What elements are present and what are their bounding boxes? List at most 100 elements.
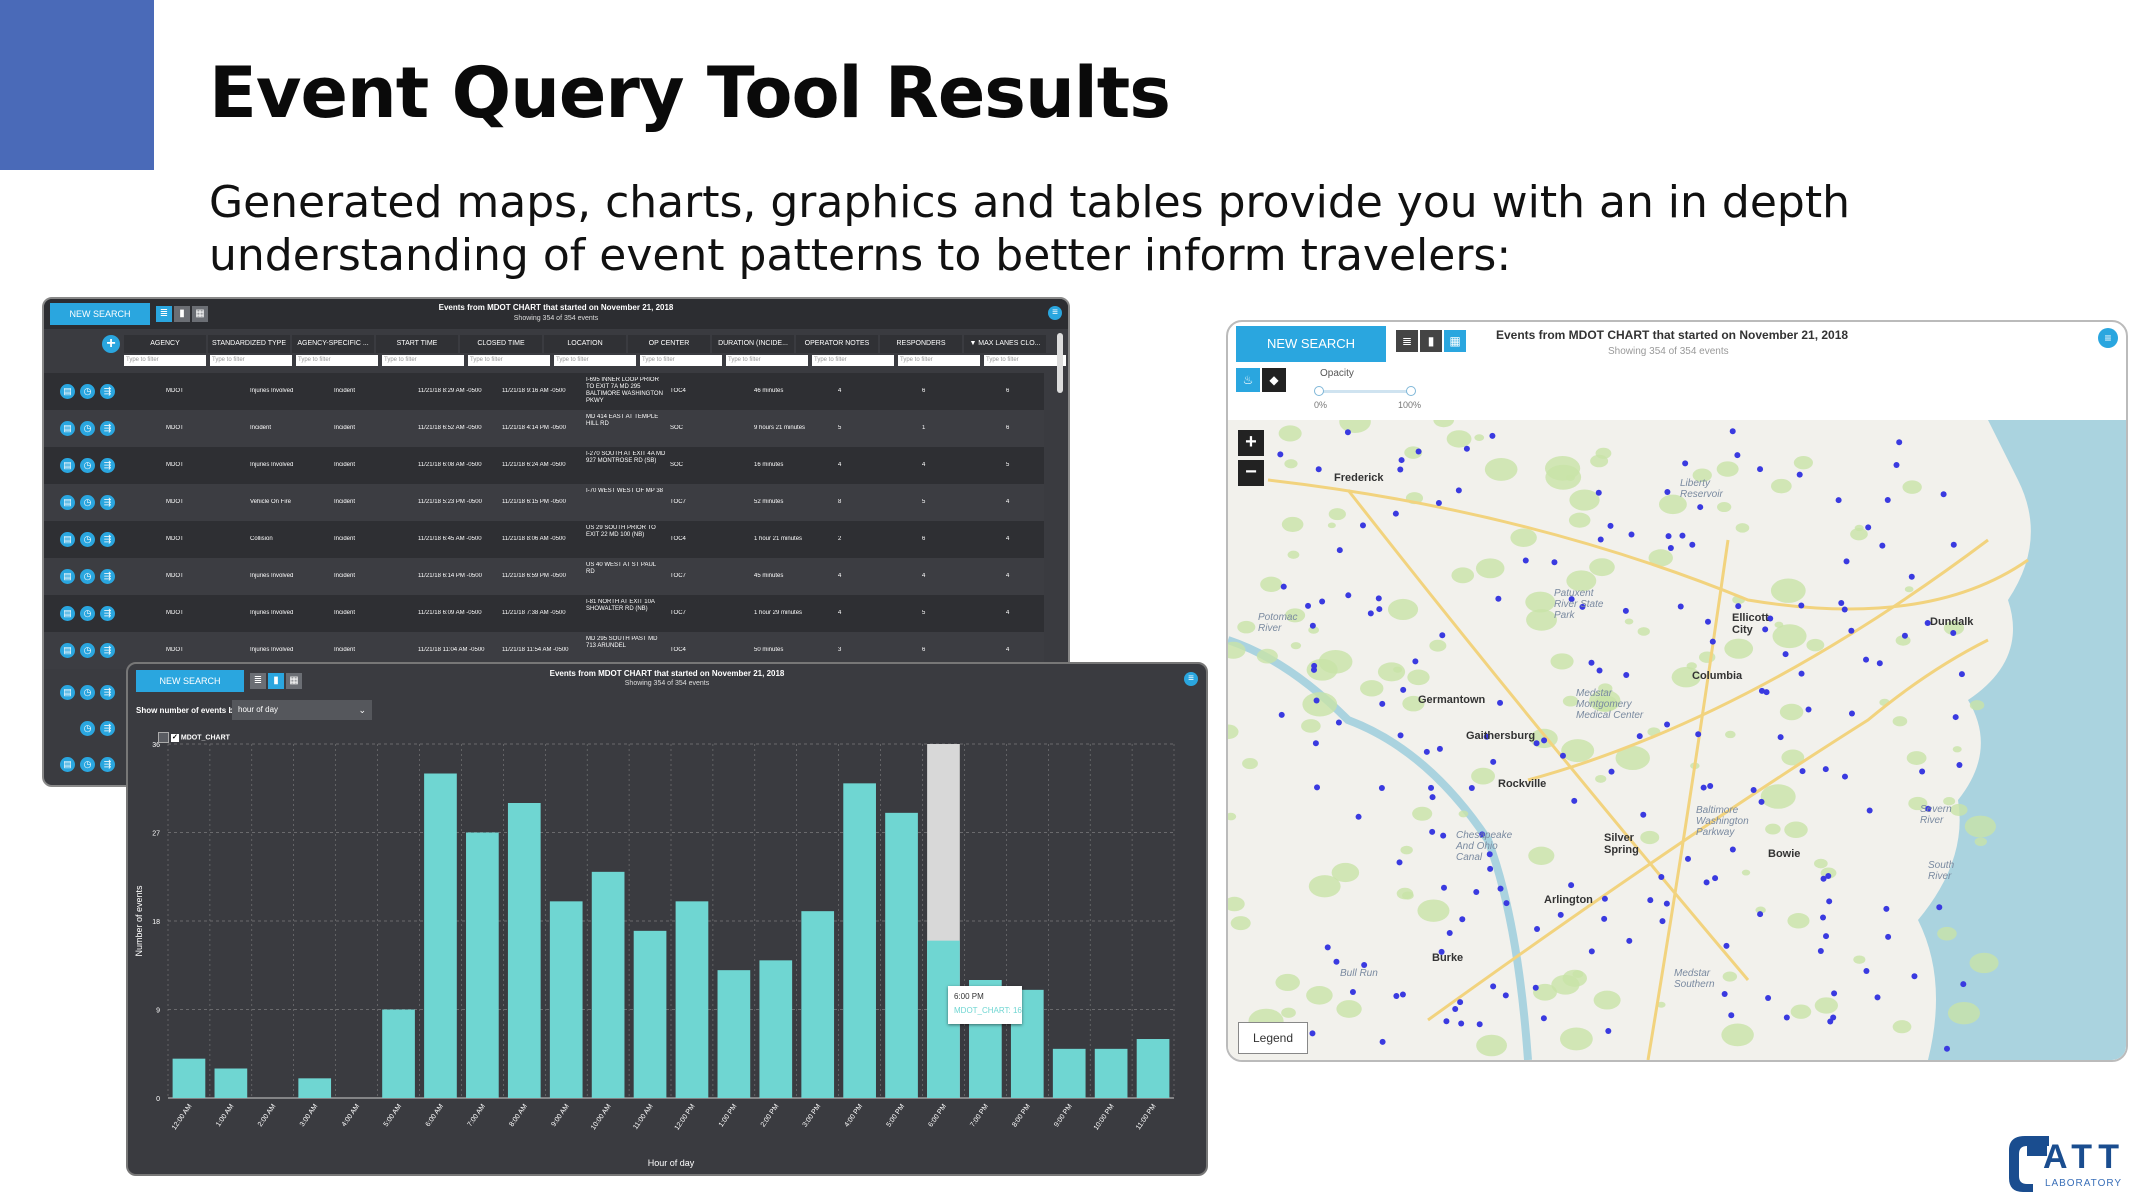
clock-icon[interactable]: ◷ <box>80 685 95 700</box>
clock-icon[interactable]: ◷ <box>80 757 95 772</box>
column-header[interactable]: RESPONDERS <box>880 335 962 353</box>
details-icon[interactable]: ▤ <box>60 384 75 399</box>
details-icon[interactable]: ▤ <box>60 495 75 510</box>
details-icon[interactable]: ▤ <box>60 685 75 700</box>
park-area <box>1242 758 1258 770</box>
heatmap-icon[interactable]: ♨ <box>1236 368 1260 392</box>
clock-icon[interactable]: ◷ <box>80 643 95 658</box>
details-icon[interactable]: ▤ <box>60 643 75 658</box>
clock-icon[interactable]: ◷ <box>80 495 95 510</box>
legend-toggle-icon[interactable] <box>158 732 169 743</box>
event-marker <box>1305 602 1312 609</box>
column-header[interactable]: AGENCY <box>124 335 206 353</box>
zoom-out-button[interactable]: − <box>1238 460 1264 486</box>
column-filter-input[interactable]: Type to filter <box>210 355 292 366</box>
event-marker <box>1596 667 1603 674</box>
column-header[interactable]: OPERATOR NOTES <box>796 335 878 353</box>
menu-icon[interactable]: ≡ <box>2098 328 2118 348</box>
place-label: Frederick <box>1334 472 1384 484</box>
zoom-in-button[interactable]: + <box>1238 430 1264 456</box>
x-tick-label: 3:00 AM <box>299 1103 320 1128</box>
map-legend-button[interactable]: Legend <box>1238 1022 1308 1054</box>
table-scrollbar[interactable] <box>1057 333 1063 393</box>
column-filter-input[interactable]: Type to filter <box>468 355 550 366</box>
column-filter-input[interactable]: Type to filter <box>124 355 206 366</box>
column-header[interactable]: AGENCY-SPECIFIC ... <box>292 335 374 353</box>
table-row[interactable]: ▤ ◷ ⇶ MDOT Vehicle On Fire Incident 11/21/18 5… <box>44 484 1044 521</box>
road-icon[interactable]: ⇶ <box>100 384 115 399</box>
opacity-slider[interactable] <box>1314 386 1416 396</box>
legend-checkbox[interactable]: ✓ <box>170 733 179 742</box>
road-icon[interactable]: ⇶ <box>100 458 115 473</box>
clock-icon[interactable]: ◷ <box>80 421 95 436</box>
road-icon[interactable]: ⇶ <box>100 606 115 621</box>
road-icon[interactable]: ⇶ <box>100 532 115 547</box>
column-filter-input[interactable]: Type to filter <box>898 355 980 366</box>
table-row[interactable]: ▤ ◷ ⇶ MDOT Injuries Involved Incident 11/21/18… <box>44 595 1044 632</box>
table-row[interactable]: ▤ ◷ ⇶ MDOT Injuries Involved Incident 11/21/18… <box>44 447 1044 484</box>
clock-icon[interactable]: ◷ <box>80 384 95 399</box>
details-icon[interactable]: ▤ <box>60 606 75 621</box>
table-cell-closed: 11/21/18 4:14 PM -0500 <box>502 425 566 431</box>
group-by-select[interactable]: hour of day ⌄ <box>232 700 372 720</box>
column-filter-input[interactable]: Type to filter <box>812 355 894 366</box>
column-header[interactable]: DURATION (INCIDE... <box>712 335 794 353</box>
chart-legend[interactable]: ✓ MDOT_CHART <box>158 732 230 743</box>
column-header[interactable]: OP CENTER <box>628 335 710 353</box>
road-icon[interactable]: ⇶ <box>100 421 115 436</box>
opacity-max-knob[interactable] <box>1406 386 1416 396</box>
column-filter-input[interactable]: Type to filter <box>382 355 464 366</box>
clock-icon[interactable]: ◷ <box>80 721 95 736</box>
column-filter-input[interactable]: Type to filter <box>296 355 378 366</box>
map-view-icon[interactable]: ▦ <box>1444 330 1466 352</box>
column-header[interactable]: LOCATION <box>544 335 626 353</box>
column-filter-input[interactable]: Type to filter <box>554 355 636 366</box>
details-icon[interactable]: ▤ <box>60 458 75 473</box>
table-row[interactable]: ▤ ◷ ⇶ MDOT Injuries Involved Incident 11/21/18… <box>44 373 1044 410</box>
details-icon[interactable]: ▤ <box>60 532 75 547</box>
column-header[interactable]: CLOSED TIME <box>460 335 542 353</box>
column-header[interactable]: ▼ MAX LANES CLO... <box>964 335 1046 353</box>
park-area <box>1686 662 1697 670</box>
event-marker <box>1473 889 1480 896</box>
opacity-min-knob[interactable] <box>1314 386 1324 396</box>
details-icon[interactable]: ▤ <box>60 421 75 436</box>
park-area <box>1458 810 1469 818</box>
table-row[interactable]: ▤ ◷ ⇶ MDOT Incident Incident 11/21/18 6:52 AM … <box>44 410 1044 447</box>
table-view-icon[interactable]: ≣ <box>1396 330 1418 352</box>
chart-view-icon[interactable]: ▮ <box>1420 330 1442 352</box>
road-icon[interactable]: ⇶ <box>100 495 115 510</box>
new-search-button[interactable]: NEW SEARCH <box>1236 326 1386 362</box>
event-marker <box>1540 1015 1547 1022</box>
road-icon[interactable]: ⇶ <box>100 721 115 736</box>
clock-icon[interactable]: ◷ <box>80 606 95 621</box>
column-header[interactable]: START TIME <box>376 335 458 353</box>
event-marker <box>1952 714 1959 721</box>
clock-icon[interactable]: ◷ <box>80 569 95 584</box>
table-row[interactable]: ▤ ◷ ⇶ MDOT Injuries Involved Incident 11/21/18… <box>44 558 1044 595</box>
table-row[interactable]: ▤ ◷ ⇶ MDOT Collision Incident 11/21/18 6:45 AM… <box>44 521 1044 558</box>
map-canvas[interactable]: Frederick Germantown Gaithersburg Rockvi… <box>1228 410 2126 1060</box>
park-area <box>1474 434 1485 441</box>
road-icon[interactable]: ⇶ <box>100 757 115 772</box>
menu-icon[interactable]: ≡ <box>1048 306 1062 320</box>
menu-icon[interactable]: ≡ <box>1184 672 1198 686</box>
event-marker <box>1709 638 1716 645</box>
column-header[interactable]: STANDARDIZED TYPE <box>208 335 290 353</box>
details-icon[interactable]: ▤ <box>60 569 75 584</box>
details-icon[interactable]: ▤ <box>60 757 75 772</box>
clock-icon[interactable]: ◷ <box>80 532 95 547</box>
marker-icon[interactable]: ◆ <box>1262 368 1286 392</box>
add-column-button[interactable]: + <box>102 335 120 353</box>
table-cell-notes: 4 <box>838 462 842 468</box>
road-icon[interactable]: ⇶ <box>100 685 115 700</box>
event-marker <box>1950 541 1957 548</box>
row-actions: ▤ ◷ ⇶ <box>54 569 115 585</box>
clock-icon[interactable]: ◷ <box>80 458 95 473</box>
column-filter-input[interactable]: Type to filter <box>984 355 1066 366</box>
road-icon[interactable]: ⇶ <box>100 569 115 584</box>
column-filter-input[interactable]: Type to filter <box>726 355 808 366</box>
column-filter-input[interactable]: Type to filter <box>640 355 722 366</box>
road-icon[interactable]: ⇶ <box>100 643 115 658</box>
table-filters: Type to filter Type to filter Type to filt… <box>124 355 1068 366</box>
